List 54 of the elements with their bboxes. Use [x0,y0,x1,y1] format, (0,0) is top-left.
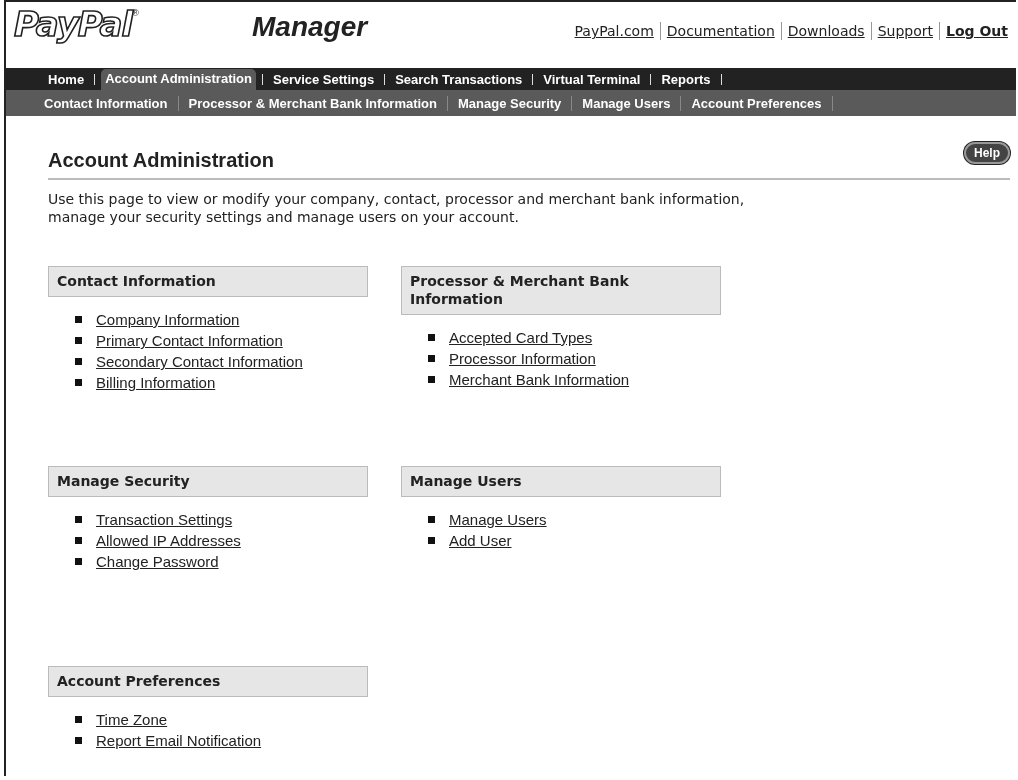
section-link[interactable]: Manage Users [449,511,547,528]
section-link[interactable]: Merchant Bank Information [449,371,630,388]
product-title: Manager [252,10,368,44]
bullet-icon [428,376,435,383]
subnav-link[interactable]: Account Preferences [681,95,833,111]
section-link[interactable]: Time Zone [96,711,168,728]
section-link[interactable]: Report Email Notification [96,732,262,749]
section-link[interactable]: Billing Information [96,374,216,391]
nav-tab[interactable]: Home [44,70,89,90]
bullet-icon [75,337,82,344]
page-description: Use this page to view or modify your company, contact, processor and merchant bank information, manage your security settings and manage users on your account. [48,190,746,226]
section-header: Account Preferences [48,666,368,697]
bullet-icon [428,537,435,544]
section-link[interactable]: Allowed IP Addresses [96,532,241,549]
bullet-icon [75,537,82,544]
bullet-icon [428,334,435,341]
section-link[interactable]: Processor Information [449,350,596,367]
bullet-icon [75,558,82,565]
bullet-icon [75,379,82,386]
section-header: Contact Information [48,266,368,297]
bullet-icon [75,358,82,365]
section-link[interactable]: Company Information [96,311,240,328]
nav-tab[interactable]: Reports [657,70,715,90]
section-link[interactable]: Transaction Settings [96,511,233,528]
section-link[interactable]: Change Password [96,553,219,570]
subnav-link[interactable]: Manage Security [448,95,573,111]
top-link[interactable]: Support [870,22,939,40]
subnav-link[interactable]: Manage Users [572,95,682,111]
nav-tab[interactable]: Service Settings [269,70,379,90]
section-link[interactable]: Secondary Contact Information [96,353,303,370]
top-link[interactable]: Downloads [780,22,871,40]
bullet-icon [428,355,435,362]
section-header: Manage Users [401,466,721,497]
section-link[interactable]: Add User [449,532,512,549]
bullet-icon [75,516,82,523]
bullet-icon [428,516,435,523]
section-link[interactable]: Accepted Card Types [449,329,593,346]
top-link[interactable]: Documentation [659,22,781,40]
subnav-link[interactable]: Processor & Merchant Bank Information [178,95,448,111]
nav-tab[interactable]: Account Administration [101,69,256,90]
top-link[interactable]: PayPal.com [568,22,660,40]
subnav-link[interactable]: Contact Information [44,95,179,111]
section-header: Manage Security [48,466,368,497]
bullet-icon [75,716,82,723]
top-link[interactable]: Log Out [939,22,1008,40]
bullet-icon [75,316,82,323]
paypal-logo: PayPal [14,4,133,44]
nav-tab[interactable]: Virtual Terminal [539,70,645,90]
nav-tab[interactable]: Search Transactions [391,70,527,90]
page-title: Account Administration [48,148,274,172]
section-header: Processor & Merchant Bank Information [401,266,721,315]
section-link[interactable]: Primary Contact Information [96,332,283,349]
bullet-icon [75,737,82,744]
help-button[interactable]: Help [964,142,1010,164]
